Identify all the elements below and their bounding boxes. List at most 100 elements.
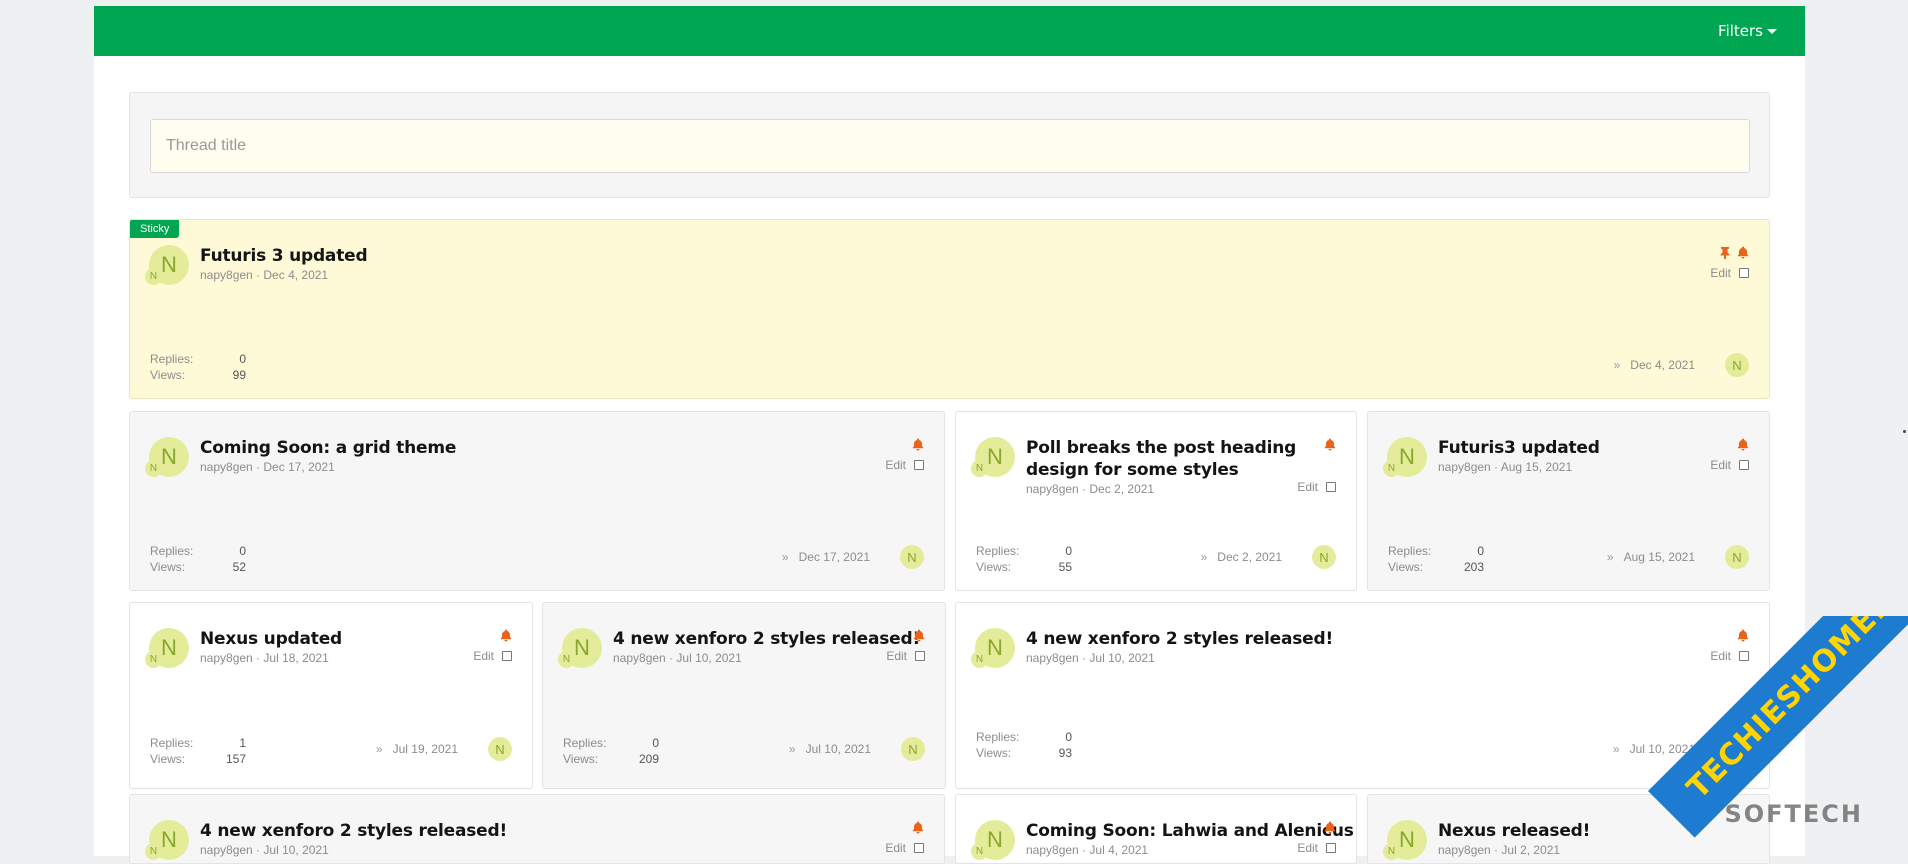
edit-link[interactable]: Edit (1710, 266, 1731, 280)
thread-author[interactable]: napy8gen (200, 651, 253, 665)
select-checkbox[interactable] (1739, 651, 1749, 661)
bell-icon[interactable] (912, 438, 924, 451)
last-post-date[interactable]: Dec 4, 2021 (1630, 358, 1695, 372)
thread-date[interactable]: Dec 2, 2021 (1089, 482, 1154, 496)
thread-card[interactable]: N N Poll breaks the post heading design … (955, 411, 1357, 591)
thread-card[interactable]: N N Nexus updated napy8gen · Jul 18, 202… (129, 602, 533, 789)
thread-title-input[interactable] (150, 119, 1750, 173)
thread-card[interactable]: N N 4 new xenforo 2 styles released! nap… (129, 794, 945, 864)
select-checkbox[interactable] (914, 460, 924, 470)
bell-icon[interactable] (1324, 821, 1336, 834)
thread-author[interactable]: napy8gen (1438, 843, 1491, 857)
thread-author[interactable]: napy8gen (200, 460, 253, 474)
avatar-mini: N (1383, 843, 1400, 860)
thread-title[interactable]: Nexus updated (200, 628, 342, 650)
bell-icon[interactable] (913, 629, 925, 642)
thread-card[interactable]: N N Nexus released! napy8gen · Jul 2, 20… (1367, 794, 1770, 864)
thread-author[interactable]: napy8gen (1026, 482, 1079, 496)
last-poster-avatar[interactable]: N (1725, 353, 1749, 377)
thread-title[interactable]: Coming Soon: a grid theme (200, 437, 456, 459)
thread-card[interactable]: N N Futuris3 updated napy8gen · Aug 15, … (1367, 411, 1770, 591)
bell-icon[interactable] (500, 629, 512, 642)
thread-author[interactable]: napy8gen (1026, 651, 1079, 665)
edit-link[interactable]: Edit (885, 841, 906, 855)
bell-icon[interactable] (1737, 438, 1749, 451)
filters-dropdown[interactable]: Filters (1718, 22, 1777, 40)
edit-link[interactable]: Edit (1297, 841, 1318, 855)
thread-title[interactable]: 4 new xenforo 2 styles released! (613, 628, 920, 650)
last-poster-avatar[interactable]: N (901, 737, 925, 761)
last-post-date[interactable]: Aug 15, 2021 (1624, 550, 1695, 564)
thread-author[interactable]: napy8gen (1438, 460, 1491, 474)
filters-label[interactable]: Filters (1718, 22, 1763, 40)
edit-link[interactable]: Edit (1710, 649, 1731, 663)
views-label: Views: (976, 559, 1011, 575)
thread-author[interactable]: napy8gen (200, 843, 253, 857)
thread-date[interactable]: Jul 10, 2021 (1089, 651, 1154, 665)
thread-author[interactable]: napy8gen (613, 651, 666, 665)
last-post-date[interactable]: Jul 10, 2021 (1630, 742, 1695, 756)
last-poster-avatar[interactable]: N (488, 737, 512, 761)
thread-card[interactable]: N N Coming Soon: Lahwia and Alenicus nap… (955, 794, 1357, 864)
last-post: »Jul 19, 2021N (376, 737, 512, 761)
thread-date[interactable]: Jul 4, 2021 (1089, 843, 1148, 857)
thread-title[interactable]: 4 new xenforo 2 styles released! (1026, 628, 1333, 650)
thread-date[interactable]: Jul 2, 2021 (1501, 843, 1560, 857)
edit-control: Edit (885, 841, 924, 855)
last-post-date[interactable]: Dec 2, 2021 (1217, 550, 1282, 564)
select-checkbox[interactable] (1326, 482, 1336, 492)
edit-link[interactable]: Edit (473, 649, 494, 663)
select-checkbox[interactable] (1326, 843, 1336, 853)
thread-date[interactable]: Dec 17, 2021 (263, 460, 334, 474)
edit-link[interactable]: Edit (885, 458, 906, 472)
last-poster-avatar[interactable]: N (900, 545, 924, 569)
double-chevron-right-icon: » (782, 550, 789, 564)
select-checkbox[interactable] (1739, 460, 1749, 470)
replies-count: 1 (239, 735, 246, 751)
sticky-badge: Sticky (130, 220, 179, 238)
thread-title[interactable]: Futuris 3 updated (200, 245, 367, 267)
thread-date[interactable]: Aug 15, 2021 (1501, 460, 1572, 474)
select-checkbox[interactable] (1739, 268, 1749, 278)
thread-author[interactable]: napy8gen (1026, 843, 1079, 857)
thread-card[interactable]: N N 4 new xenforo 2 styles released! nap… (955, 602, 1770, 789)
bell-icon[interactable] (1324, 438, 1336, 451)
bell-icon[interactable] (1737, 246, 1749, 259)
thread-title[interactable]: Coming Soon: Lahwia and Alenicus (1026, 820, 1354, 842)
thread-meta: napy8gen · Aug 15, 2021 (1438, 460, 1572, 474)
thread-author[interactable]: napy8gen (200, 268, 253, 282)
views-count: 209 (639, 751, 659, 767)
edit-link[interactable]: Edit (1297, 480, 1318, 494)
edit-control: Edit (1297, 841, 1336, 855)
thread-date[interactable]: Dec 4, 2021 (263, 268, 328, 282)
select-checkbox[interactable] (502, 651, 512, 661)
thread-date[interactable]: Jul 10, 2021 (676, 651, 741, 665)
last-post-date[interactable]: Dec 17, 2021 (799, 550, 870, 564)
edit-link[interactable]: Edit (1710, 458, 1731, 472)
bell-icon[interactable] (912, 821, 924, 834)
thread-title[interactable]: Futuris3 updated (1438, 437, 1600, 459)
edit-link[interactable]: Edit (886, 649, 907, 663)
last-poster-avatar[interactable]: N (1725, 545, 1749, 569)
thread-card[interactable]: N N Coming Soon: a grid theme napy8gen ·… (129, 411, 945, 591)
thread-icons (912, 438, 924, 451)
thread-meta: napy8gen · Jul 10, 2021 (200, 843, 329, 857)
double-chevron-right-icon: » (1607, 550, 1614, 564)
views-label: Views: (1388, 559, 1423, 575)
select-checkbox[interactable] (914, 843, 924, 853)
last-poster-avatar[interactable]: N (1725, 737, 1749, 761)
edit-control: Edit (1710, 458, 1749, 472)
thread-title[interactable]: 4 new xenforo 2 styles released! (200, 820, 507, 842)
thread-card[interactable]: N N 4 new xenforo 2 styles released! nap… (542, 602, 946, 789)
thread-date[interactable]: Jul 18, 2021 (263, 651, 328, 665)
last-post-date[interactable]: Jul 10, 2021 (806, 742, 871, 756)
select-checkbox[interactable] (915, 651, 925, 661)
views-count: 203 (1464, 559, 1484, 575)
bell-icon[interactable] (1737, 629, 1749, 642)
last-post-date[interactable]: Jul 19, 2021 (393, 742, 458, 756)
thread-date[interactable]: Jul 10, 2021 (263, 843, 328, 857)
thread-title[interactable]: Poll breaks the post heading design for … (1026, 437, 1326, 481)
thread-card[interactable]: Sticky N N Futuris 3 updated napy8gen · … (129, 219, 1770, 399)
thread-title[interactable]: Nexus released! (1438, 820, 1590, 842)
last-poster-avatar[interactable]: N (1312, 545, 1336, 569)
